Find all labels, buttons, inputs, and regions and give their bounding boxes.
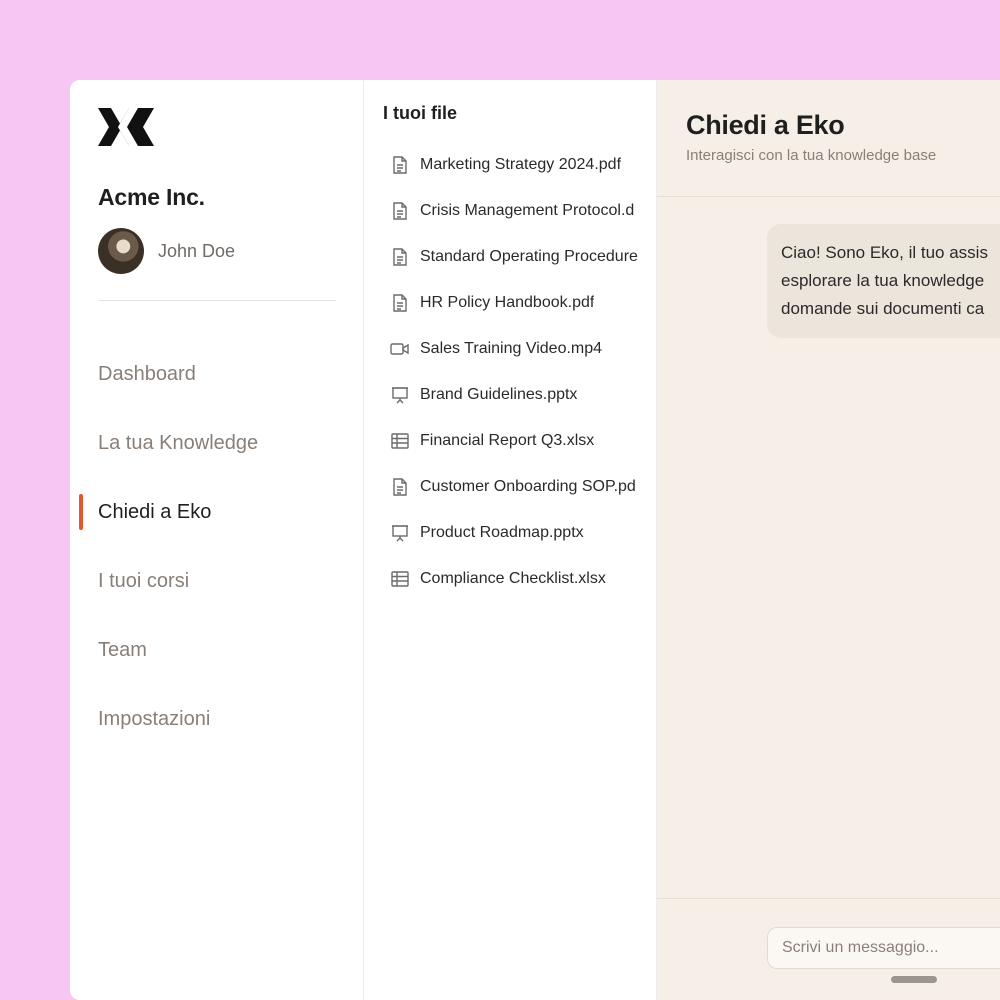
sidebar-item-label: Impostazioni	[98, 708, 211, 730]
presentation-icon	[390, 523, 410, 543]
file-name: Compliance Checklist.xlsx	[420, 570, 606, 587]
file-name: Product Roadmap.pptx	[420, 524, 584, 541]
file-item[interactable]: Crisis Management Protocol.d	[390, 188, 640, 234]
sidebar-item-knowledge[interactable]: La tua Knowledge	[70, 409, 363, 478]
file-item[interactable]: Product Roadmap.pptx	[390, 510, 640, 556]
sidebar-divider	[98, 300, 336, 301]
message-line: esplorare la tua knowledge	[781, 271, 985, 290]
document-icon	[390, 155, 410, 175]
file-name: HR Policy Handbook.pdf	[420, 294, 595, 311]
avatar[interactable]	[98, 228, 144, 274]
files-panel: I tuoi file Marketing Strategy 2024.pdf …	[364, 80, 657, 1000]
sidebar-item-dashboard[interactable]: Dashboard	[70, 340, 363, 409]
document-icon	[390, 247, 410, 267]
sidebar: Acme Inc. John Doe Dashboard La tua Know…	[70, 80, 364, 1000]
file-name: Marketing Strategy 2024.pdf	[420, 156, 622, 173]
message-line: domande sui documenti ca	[781, 299, 985, 318]
spreadsheet-icon	[390, 569, 410, 589]
document-icon	[390, 293, 410, 313]
file-item[interactable]: Marketing Strategy 2024.pdf	[390, 142, 640, 188]
sidebar-item-label: Team	[98, 639, 147, 661]
presentation-icon	[390, 385, 410, 405]
file-item[interactable]: Compliance Checklist.xlsx	[390, 556, 640, 602]
document-icon	[390, 477, 410, 497]
sidebar-item-corsi[interactable]: I tuoi corsi	[70, 547, 363, 616]
video-icon	[390, 339, 410, 359]
user-name: John Doe	[158, 240, 236, 261]
drag-handle[interactable]	[891, 976, 937, 983]
file-name: Financial Report Q3.xlsx	[420, 432, 595, 449]
sidebar-item-label: La tua Knowledge	[98, 432, 259, 454]
file-name: Standard Operating Procedure	[420, 248, 638, 265]
file-name: Brand Guidelines.pptx	[420, 386, 578, 403]
file-item[interactable]: Standard Operating Procedure	[390, 234, 640, 280]
files-title: I tuoi file	[383, 103, 457, 123]
file-item[interactable]: Customer Onboarding SOP.pd	[390, 464, 640, 510]
sidebar-item-team[interactable]: Team	[70, 616, 363, 685]
file-item[interactable]: Financial Report Q3.xlsx	[390, 418, 640, 464]
company-name: Acme Inc.	[98, 184, 205, 210]
sidebar-item-label: I tuoi corsi	[98, 570, 190, 592]
file-name: Sales Training Video.mp4	[420, 340, 603, 357]
file-item[interactable]: Sales Training Video.mp4	[390, 326, 640, 372]
chat-panel: Chiedi a Eko Interagisci con la tua know…	[657, 80, 1000, 1000]
sidebar-item-chiedi-a-eko[interactable]: Chiedi a Eko	[70, 478, 363, 547]
message-line: Ciao! Sono Eko, il tuo assis	[781, 243, 988, 262]
chat-header: Chiedi a Eko Interagisci con la tua know…	[657, 80, 1000, 197]
message-input[interactable]	[767, 927, 1000, 969]
spreadsheet-icon	[390, 431, 410, 451]
app-window: Acme Inc. John Doe Dashboard La tua Know…	[70, 80, 1000, 1000]
sidebar-nav: Dashboard La tua Knowledge Chiedi a Eko …	[70, 340, 363, 754]
sidebar-item-label: Dashboard	[98, 363, 196, 385]
file-name: Crisis Management Protocol.d	[420, 202, 635, 219]
user-profile[interactable]: John Doe	[98, 228, 235, 274]
x-logo-icon[interactable]	[98, 108, 154, 146]
file-name: Customer Onboarding SOP.pd	[420, 478, 636, 495]
file-item[interactable]: HR Policy Handbook.pdf	[390, 280, 640, 326]
message-composer	[657, 898, 1000, 1000]
chat-subtitle: Interagisci con la tua knowledge base	[686, 147, 937, 164]
document-icon	[390, 201, 410, 221]
sidebar-item-impostazioni[interactable]: Impostazioni	[70, 685, 363, 754]
chat-title: Chiedi a Eko	[686, 110, 845, 140]
file-list: Marketing Strategy 2024.pdf Crisis Manag…	[390, 142, 640, 602]
file-item[interactable]: Brand Guidelines.pptx	[390, 372, 640, 418]
sidebar-item-label: Chiedi a Eko	[98, 501, 212, 523]
assistant-message: Ciao! Sono Eko, il tuo assis esplorare l…	[767, 224, 1000, 338]
